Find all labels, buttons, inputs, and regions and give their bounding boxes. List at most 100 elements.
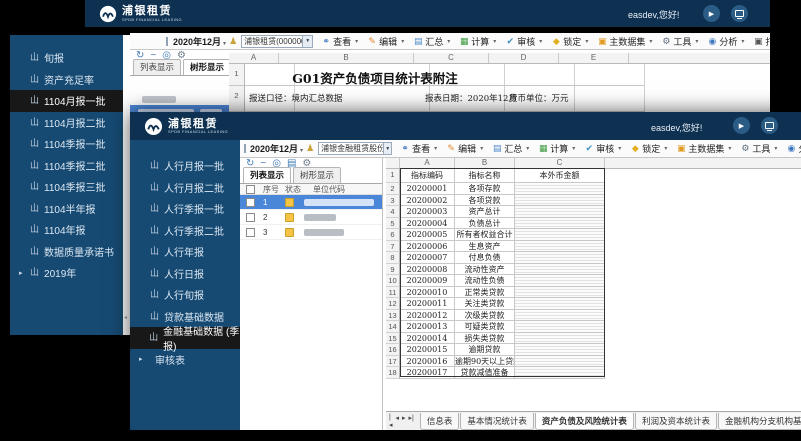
sheet-nav-icon[interactable]: |◂: [389, 414, 393, 429]
sheet-tab[interactable]: 利润及资本统计表: [635, 413, 717, 430]
column-header[interactable]: B: [455, 158, 515, 168]
sidebar-item[interactable]: 金融基础数据 (季报): [130, 327, 240, 349]
sheet-tab[interactable]: 信息表: [420, 413, 460, 430]
amount-cell[interactable]: [515, 275, 605, 287]
indicator-code-cell[interactable]: 20200010: [400, 287, 455, 299]
column-header[interactable]: E: [559, 53, 629, 63]
unit-list-row[interactable]: 3: [240, 225, 382, 240]
amount-cell[interactable]: [515, 356, 605, 368]
menu-item[interactable]: 编辑: [363, 35, 408, 48]
indicator-code-cell[interactable]: 20200012: [400, 310, 455, 322]
column-header[interactable]: A: [229, 53, 279, 63]
period-dropdown[interactable]: 2020年12月: [173, 35, 226, 48]
period-dropdown[interactable]: 2020年12月: [250, 142, 303, 155]
sidebar-item[interactable]: 数据质量承诺书: [10, 241, 123, 263]
amount-cell[interactable]: [515, 206, 605, 218]
menu-item[interactable]: 分析: [782, 142, 801, 155]
menu-item[interactable]: 打印: [749, 35, 770, 48]
indicator-name-cell[interactable]: 各项贷款: [455, 195, 515, 207]
indicator-code-cell[interactable]: 20200014: [400, 333, 455, 345]
menu-item[interactable]: 计算: [455, 35, 500, 48]
amount-cell[interactable]: 本外币金额: [515, 169, 605, 183]
sidebar-item[interactable]: 资产充足率: [10, 69, 123, 91]
menu-item[interactable]: 计算: [534, 142, 579, 155]
sheet-nav-icon[interactable]: ▸: [402, 414, 406, 429]
sidebar-item[interactable]: 1104半年报: [10, 198, 123, 220]
collapse-panel-icon[interactable]: [166, 37, 168, 46]
sidebar-item[interactable]: 人行日报: [130, 263, 240, 285]
amount-cell[interactable]: [515, 241, 605, 253]
sidebar-item[interactable]: 人行季报二批: [130, 220, 240, 242]
column-header[interactable]: C: [414, 53, 489, 63]
menu-item[interactable]: 工具: [657, 35, 702, 48]
indicator-name-cell[interactable]: 流动性负债: [455, 275, 515, 287]
select-all-checkbox[interactable]: [246, 185, 255, 194]
indicator-code-cell[interactable]: 指标编码: [400, 169, 455, 183]
panel-tab[interactable]: 列表显示: [243, 167, 291, 183]
sidebar-item[interactable]: 人行月报二批: [130, 177, 240, 199]
row-checkbox[interactable]: [246, 213, 255, 222]
amount-cell[interactable]: [515, 287, 605, 299]
indicator-name-cell[interactable]: 逾期贷款: [455, 344, 515, 356]
cell[interactable]: [575, 86, 645, 112]
indicator-name-cell[interactable]: 付息负债: [455, 252, 515, 264]
indicator-name-cell[interactable]: 负债总计: [455, 218, 515, 230]
indicator-code-cell[interactable]: 20200001: [400, 183, 455, 195]
unit-list-row[interactable]: 2: [240, 210, 382, 225]
amount-cell[interactable]: [515, 333, 605, 345]
indicator-code-cell[interactable]: 20200006: [400, 241, 455, 253]
sidebar-item[interactable]: 1104年报: [10, 219, 123, 241]
amount-cell[interactable]: [515, 310, 605, 322]
indicator-code-cell[interactable]: 20200005: [400, 229, 455, 241]
cell[interactable]: [575, 64, 645, 86]
indicator-code-cell[interactable]: 20200008: [400, 264, 455, 276]
column-header[interactable]: D: [489, 53, 559, 63]
indicator-code-cell[interactable]: 20200002: [400, 195, 455, 207]
indicator-code-cell[interactable]: 20200009: [400, 275, 455, 287]
menu-item[interactable]: 查看: [317, 35, 362, 48]
indicator-code-cell[interactable]: 20200017: [400, 367, 455, 379]
column-header[interactable]: B: [279, 53, 414, 63]
indicator-name-cell[interactable]: 损失类贷款: [455, 333, 515, 345]
indicator-code-cell[interactable]: 20200015: [400, 344, 455, 356]
amount-cell[interactable]: [515, 183, 605, 195]
sidebar-item[interactable]: 人行季报一批: [130, 198, 240, 220]
monitor-icon[interactable]: [761, 117, 778, 134]
column-header[interactable]: C: [515, 158, 605, 168]
amount-cell[interactable]: [515, 264, 605, 276]
menu-item[interactable]: 汇总: [409, 35, 454, 48]
expand-arrow-icon[interactable]: ▸: [139, 355, 145, 363]
column-header[interactable]: A: [400, 158, 455, 168]
indicator-name-cell[interactable]: 关注类贷款: [455, 298, 515, 310]
menu-item[interactable]: 主数据集: [593, 35, 656, 48]
collapse-sidebar-icon[interactable]: ◂: [124, 314, 127, 321]
amount-cell[interactable]: [515, 195, 605, 207]
menu-item[interactable]: 编辑: [442, 142, 487, 155]
org-select[interactable]: 浦银租赁(000000) ▼: [241, 35, 313, 48]
indicator-name-cell[interactable]: 可疑类贷款: [455, 321, 515, 333]
indicator-name-cell[interactable]: 指标名称: [455, 169, 515, 183]
sheet-tab[interactable]: 金融机构分支机构基础信息表: [718, 413, 801, 430]
sidebar-item[interactable]: ▸ 2019年: [10, 262, 123, 284]
indicator-name-cell[interactable]: 各项存款: [455, 183, 515, 195]
sidebar-item[interactable]: 旬报: [10, 47, 123, 69]
sidebar-item[interactable]: 1104季报二批: [10, 155, 123, 177]
amount-cell[interactable]: [515, 321, 605, 333]
sheet-nav-icon[interactable]: ▸|: [409, 414, 414, 429]
indicator-name-cell[interactable]: 正常类贷款: [455, 287, 515, 299]
play-icon[interactable]: ▶: [733, 117, 750, 134]
bg-sidebar-splitter[interactable]: ◂: [123, 35, 130, 335]
sidebar-item[interactable]: 人行旬报: [130, 284, 240, 306]
chevron-down-icon[interactable]: ▼: [302, 36, 312, 47]
indicator-code-cell[interactable]: 20200011: [400, 298, 455, 310]
amount-cell[interactable]: [515, 218, 605, 230]
sidebar-item[interactable]: 1104季报三批: [10, 176, 123, 198]
sheet-tab[interactable]: 基本情况统计表: [460, 413, 534, 430]
indicator-name-cell[interactable]: 所有者权益合计: [455, 229, 515, 241]
monitor-icon[interactable]: [731, 5, 748, 22]
menu-item[interactable]: 工具: [736, 142, 781, 155]
org-select[interactable]: 浦银金融租赁股份有限公 ▼: [318, 142, 392, 155]
amount-cell[interactable]: [515, 252, 605, 264]
sidebar-item[interactable]: 1104月报一批: [10, 90, 123, 112]
menu-item[interactable]: 审核: [580, 142, 625, 155]
